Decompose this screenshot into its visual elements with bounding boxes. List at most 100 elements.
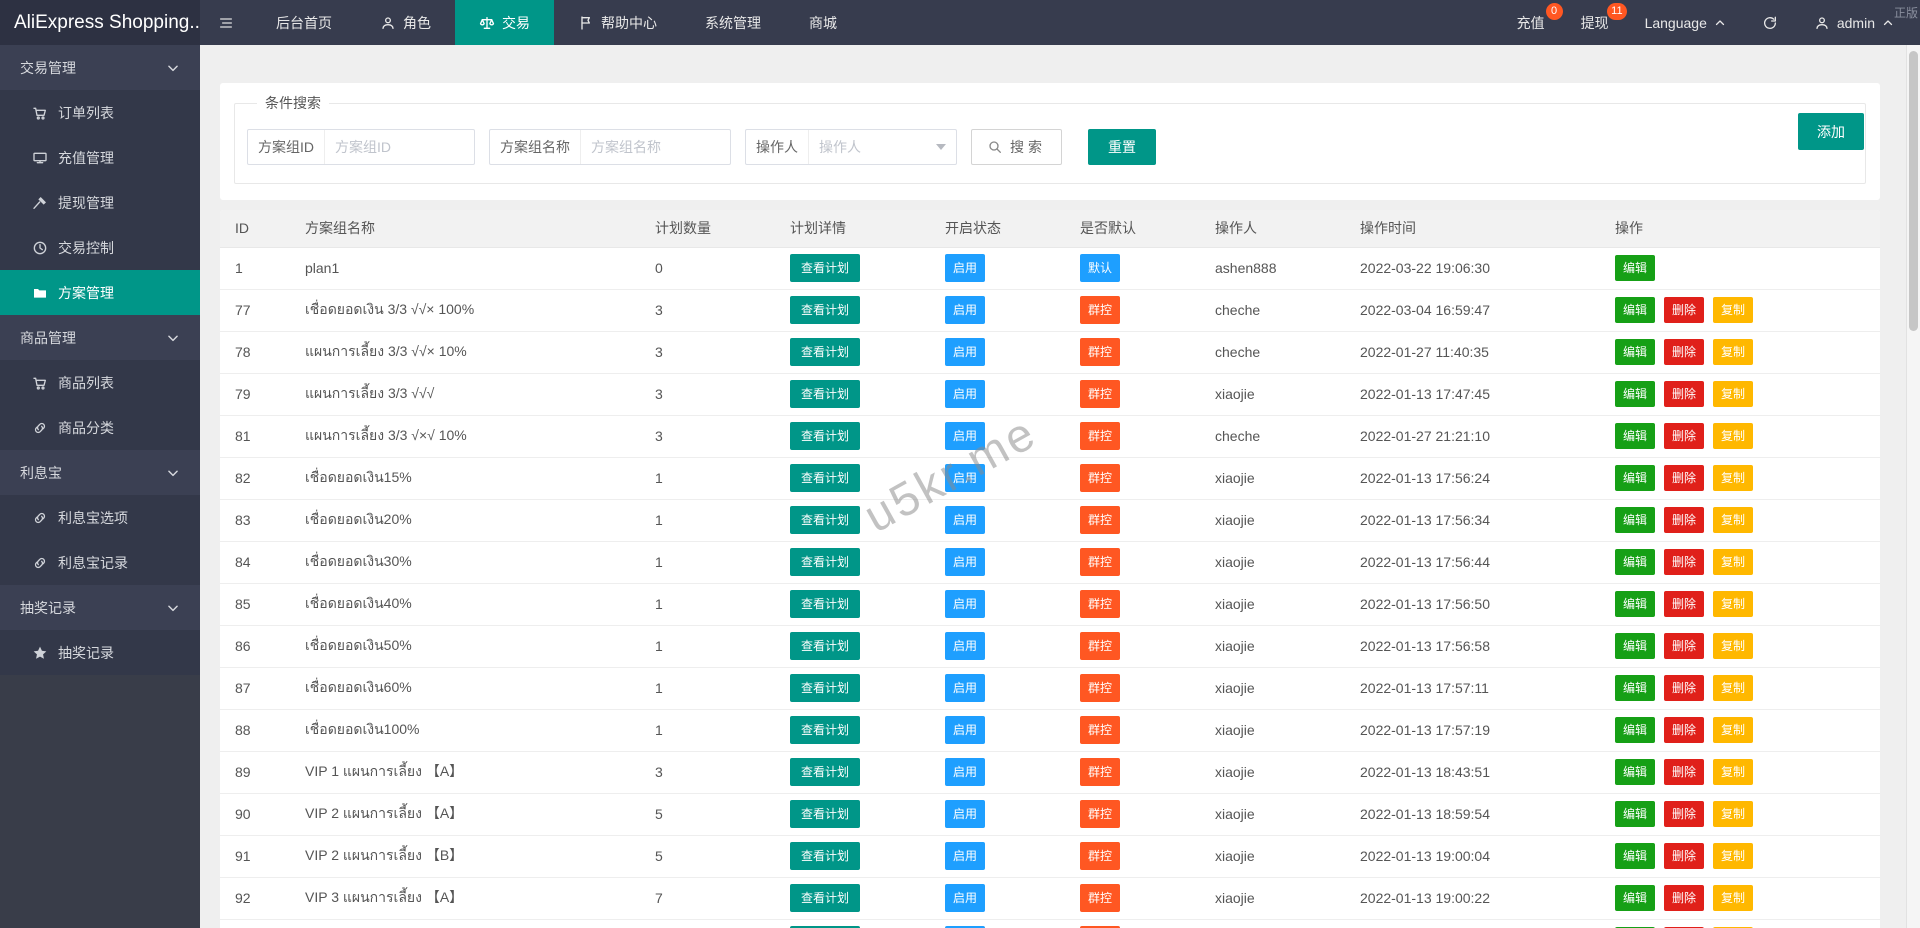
delete-button[interactable]: 删除 [1664, 549, 1704, 575]
enable-toggle[interactable]: 启用 [945, 884, 985, 912]
edit-button[interactable]: 编辑 [1615, 255, 1655, 281]
view-plan-button[interactable]: 查看计划 [790, 674, 860, 702]
delete-button[interactable]: 删除 [1664, 591, 1704, 617]
view-plan-button[interactable]: 查看计划 [790, 338, 860, 366]
nav-item-system[interactable]: 系统管理 [681, 0, 785, 45]
enable-toggle[interactable]: 启用 [945, 842, 985, 870]
reset-button[interactable]: 重置 [1088, 129, 1156, 165]
copy-button[interactable]: 复制 [1713, 549, 1753, 575]
view-plan-button[interactable]: 查看计划 [790, 884, 860, 912]
enable-toggle[interactable]: 启用 [945, 380, 985, 408]
copy-button[interactable]: 复制 [1713, 381, 1753, 407]
view-plan-button[interactable]: 查看计划 [790, 842, 860, 870]
copy-button[interactable]: 复制 [1713, 801, 1753, 827]
delete-button[interactable]: 删除 [1664, 423, 1704, 449]
edit-button[interactable]: 编辑 [1615, 885, 1655, 911]
view-plan-button[interactable]: 查看计划 [790, 254, 860, 282]
edit-button[interactable]: 编辑 [1615, 801, 1655, 827]
view-plan-button[interactable]: 查看计划 [790, 716, 860, 744]
view-plan-button[interactable]: 查看计划 [790, 800, 860, 828]
sidebar-item-recharge-management[interactable]: 充值管理 [0, 135, 200, 180]
group-control-badge[interactable]: 群控 [1080, 758, 1120, 786]
copy-button[interactable]: 复制 [1713, 885, 1753, 911]
copy-button[interactable]: 复制 [1713, 339, 1753, 365]
view-plan-button[interactable]: 查看计划 [790, 296, 860, 324]
search-button[interactable]: 搜索 [971, 129, 1062, 165]
default-badge[interactable]: 默认 [1080, 254, 1120, 282]
group-control-badge[interactable]: 群控 [1080, 674, 1120, 702]
sidebar-item-withdraw-management[interactable]: 提现管理 [0, 180, 200, 225]
sidebar-item-goods-list[interactable]: 商品列表 [0, 360, 200, 405]
edit-button[interactable]: 编辑 [1615, 423, 1655, 449]
page-scrollbar[interactable] [1906, 45, 1920, 928]
sidebar-section-goods-management[interactable]: 商品管理 [0, 315, 200, 360]
view-plan-button[interactable]: 查看计划 [790, 380, 860, 408]
view-plan-button[interactable]: 查看计划 [790, 548, 860, 576]
delete-button[interactable]: 删除 [1664, 675, 1704, 701]
edit-button[interactable]: 编辑 [1615, 465, 1655, 491]
nav-item-help-center[interactable]: 帮助中心 [554, 0, 681, 45]
edit-button[interactable]: 编辑 [1615, 843, 1655, 869]
view-plan-button[interactable]: 查看计划 [790, 758, 860, 786]
view-plan-button[interactable]: 查看计划 [790, 464, 860, 492]
delete-button[interactable]: 删除 [1664, 465, 1704, 491]
operator-select[interactable]: 操作人 操作人 [745, 129, 957, 165]
sidebar-item-order-list[interactable]: 订单列表 [0, 90, 200, 135]
sidebar-item-lottery-records[interactable]: 抽奖记录 [0, 630, 200, 675]
delete-button[interactable]: 删除 [1664, 381, 1704, 407]
delete-button[interactable]: 删除 [1664, 339, 1704, 365]
edit-button[interactable]: 编辑 [1615, 717, 1655, 743]
sidebar-toggle-button[interactable] [200, 0, 252, 45]
sidebar-item-plan-management[interactable]: 方案管理 [0, 270, 200, 315]
enable-toggle[interactable]: 启用 [945, 674, 985, 702]
plan-group-name-input[interactable] [580, 130, 730, 164]
group-control-badge[interactable]: 群控 [1080, 380, 1120, 408]
edit-button[interactable]: 编辑 [1615, 297, 1655, 323]
delete-button[interactable]: 删除 [1664, 759, 1704, 785]
group-control-badge[interactable]: 群控 [1080, 422, 1120, 450]
edit-button[interactable]: 编辑 [1615, 675, 1655, 701]
language-dropdown[interactable]: Language [1627, 0, 1744, 45]
copy-button[interactable]: 复制 [1713, 675, 1753, 701]
edit-button[interactable]: 编辑 [1615, 381, 1655, 407]
sidebar-item-interest-options[interactable]: 利息宝选项 [0, 495, 200, 540]
group-control-badge[interactable]: 群控 [1080, 464, 1120, 492]
delete-button[interactable]: 删除 [1664, 885, 1704, 911]
copy-button[interactable]: 复制 [1713, 633, 1753, 659]
copy-button[interactable]: 复制 [1713, 465, 1753, 491]
edit-button[interactable]: 编辑 [1615, 339, 1655, 365]
copy-button[interactable]: 复制 [1713, 297, 1753, 323]
group-control-badge[interactable]: 群控 [1080, 884, 1120, 912]
enable-toggle[interactable]: 启用 [945, 632, 985, 660]
copy-button[interactable]: 复制 [1713, 591, 1753, 617]
enable-toggle[interactable]: 启用 [945, 422, 985, 450]
sidebar-item-goods-category[interactable]: 商品分类 [0, 405, 200, 450]
sidebar-item-interest-records[interactable]: 利息宝记录 [0, 540, 200, 585]
enable-toggle[interactable]: 启用 [945, 800, 985, 828]
view-plan-button[interactable]: 查看计划 [790, 590, 860, 618]
copy-button[interactable]: 复制 [1713, 423, 1753, 449]
delete-button[interactable]: 删除 [1664, 717, 1704, 743]
enable-toggle[interactable]: 启用 [945, 548, 985, 576]
refresh-button[interactable] [1744, 0, 1796, 45]
group-control-badge[interactable]: 群控 [1080, 548, 1120, 576]
group-control-badge[interactable]: 群控 [1080, 296, 1120, 324]
enable-toggle[interactable]: 启用 [945, 758, 985, 786]
group-control-badge[interactable]: 群控 [1080, 842, 1120, 870]
group-control-badge[interactable]: 群控 [1080, 716, 1120, 744]
group-control-badge[interactable]: 群控 [1080, 338, 1120, 366]
group-control-badge[interactable]: 群控 [1080, 506, 1120, 534]
view-plan-button[interactable]: 查看计划 [790, 422, 860, 450]
delete-button[interactable]: 删除 [1664, 633, 1704, 659]
nav-item-dashboard[interactable]: 后台首页 [252, 0, 356, 45]
copy-button[interactable]: 复制 [1713, 759, 1753, 785]
nav-item-trade[interactable]: 交易 [455, 0, 554, 45]
recharge-button[interactable]: 充值 0 [1499, 0, 1563, 45]
enable-toggle[interactable]: 启用 [945, 716, 985, 744]
enable-toggle[interactable]: 启用 [945, 254, 985, 282]
nav-item-mall[interactable]: 商城 [785, 0, 861, 45]
enable-toggle[interactable]: 启用 [945, 296, 985, 324]
delete-button[interactable]: 删除 [1664, 297, 1704, 323]
enable-toggle[interactable]: 启用 [945, 338, 985, 366]
sidebar-item-trade-control[interactable]: 交易控制 [0, 225, 200, 270]
